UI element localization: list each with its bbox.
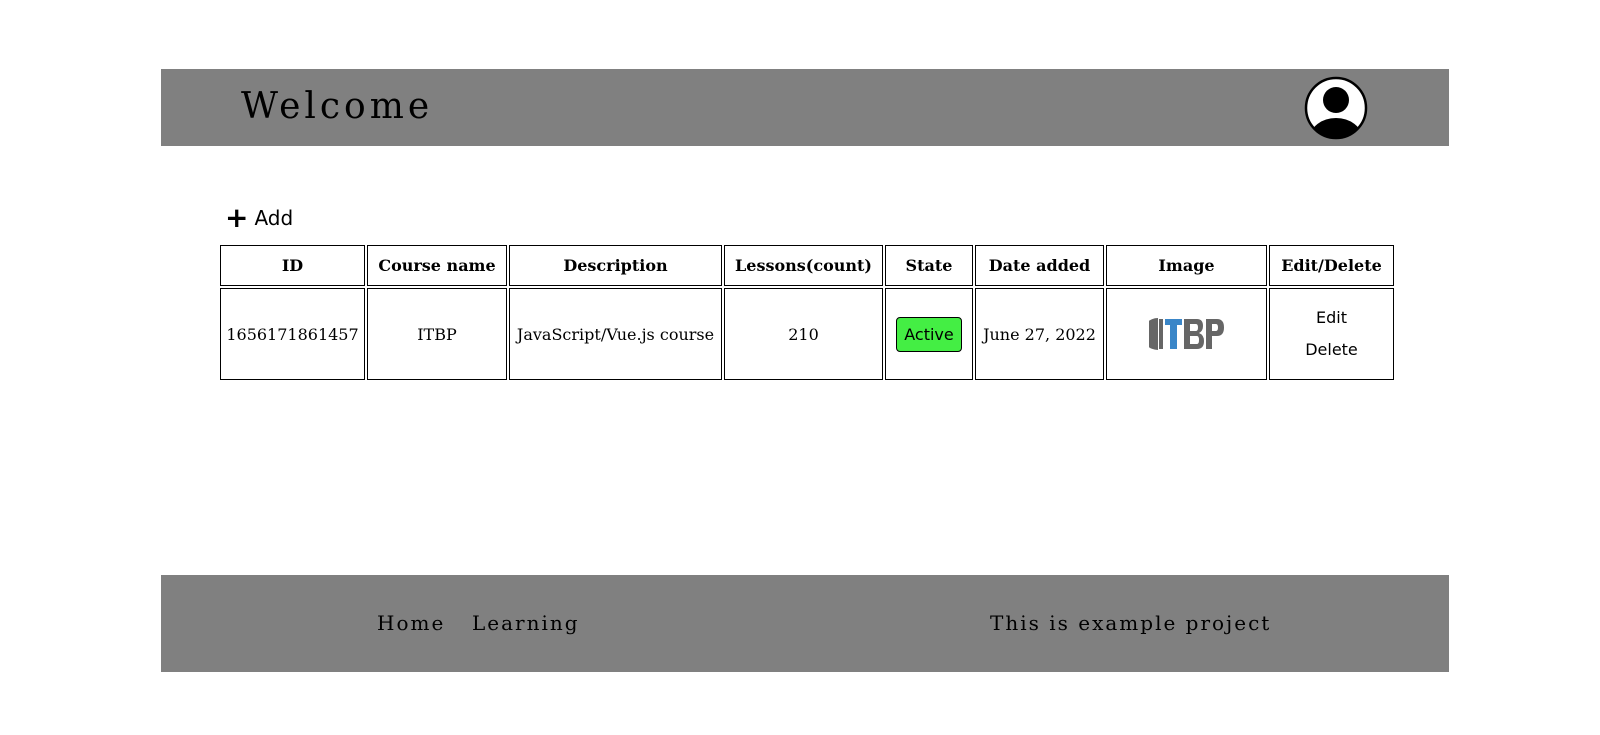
page-title: Welcome — [241, 86, 434, 127]
cell-actions: Edit Delete — [1269, 288, 1394, 380]
footer-link-home[interactable]: Home — [377, 611, 445, 635]
footer-bar: Home Learning This is example project — [161, 575, 1449, 672]
cell-date-added: June 27, 2022 — [975, 288, 1104, 380]
edit-button[interactable]: Edit — [1270, 302, 1393, 334]
cell-image — [1106, 288, 1267, 380]
user-avatar-icon[interactable] — [1304, 76, 1368, 140]
add-button-label: Add — [254, 206, 294, 230]
status-badge: Active — [896, 316, 962, 352]
course-logo-image — [1141, 314, 1225, 354]
plus-icon: + — [225, 201, 249, 234]
column-header-id: ID — [220, 245, 365, 286]
delete-button[interactable]: Delete — [1270, 334, 1393, 366]
footer-text: This is example project — [990, 611, 1272, 635]
page: Welcome + Add ID Course name Description… — [0, 0, 1600, 735]
column-header-description: Description — [509, 245, 722, 286]
column-header-image: Image — [1106, 245, 1267, 286]
cell-course-name: ITBP — [367, 288, 507, 380]
column-header-course-name: Course name — [367, 245, 507, 286]
table-header-row: ID Course name Description Lessons(count… — [220, 245, 1394, 286]
cell-lessons: 210 — [724, 288, 883, 380]
cell-description: JavaScript/Vue.js course — [509, 288, 722, 380]
column-header-date-added: Date added — [975, 245, 1104, 286]
table-row: 1656171861457 ITBP JavaScript/Vue.js cou… — [220, 288, 1394, 380]
cell-state: Active — [885, 288, 973, 380]
add-button[interactable]: + Add — [225, 201, 294, 234]
column-header-edit-delete: Edit/Delete — [1269, 245, 1394, 286]
footer-link-learning[interactable]: Learning — [472, 611, 580, 635]
column-header-state: State — [885, 245, 973, 286]
column-header-lessons: Lessons(count) — [724, 245, 883, 286]
cell-id: 1656171861457 — [220, 288, 365, 380]
courses-table: ID Course name Description Lessons(count… — [218, 243, 1396, 382]
header-bar: Welcome — [161, 69, 1449, 146]
